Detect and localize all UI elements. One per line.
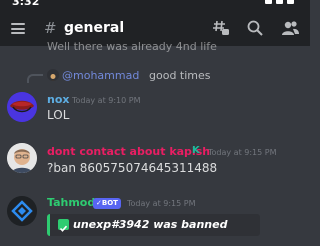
reply-mention[interactable]: @mohammad [62, 69, 139, 82]
embed-text: unexp#3942 was banned [73, 218, 228, 231]
dot-icon [276, 0, 283, 4]
signal-icon [265, 0, 272, 4]
status-bar: 3:32 [0, 0, 310, 10]
threads-icon[interactable] [212, 19, 230, 37]
chat-screen: 3:32 # general Well there was already 4n… [0, 0, 310, 246]
check-icon [58, 219, 69, 232]
username-nox[interactable]: nox [47, 93, 69, 106]
avatar[interactable] [7, 92, 37, 122]
reply-connector [27, 74, 43, 83]
channel-hash-icon: # [44, 19, 57, 37]
status-icons [265, 0, 294, 4]
username-dont-contact[interactable]: dont contact about kapish [47, 145, 210, 158]
ban-embed: unexp#3942 was banned [47, 214, 260, 236]
message-text: LOL [47, 108, 70, 122]
username-tahmod[interactable]: Tahmod [47, 196, 95, 209]
reply-avatar[interactable] [47, 69, 59, 81]
channel-name[interactable]: general [64, 20, 124, 36]
timestamp: Today at 9:10 PM [72, 96, 141, 105]
reply-text: good times [149, 69, 211, 82]
avatar[interactable] [7, 143, 37, 173]
members-icon[interactable] [281, 19, 299, 37]
timestamp: Today at 9:15 PM [208, 148, 277, 157]
search-icon[interactable] [246, 19, 264, 37]
hamburger-icon[interactable] [11, 23, 25, 34]
message-text: ?ban 860575074645311488 [47, 161, 218, 175]
previous-message-text: Well there was already 4nd life [47, 40, 217, 53]
avatar[interactable] [7, 196, 37, 226]
bot-tag: ✓BOT [93, 198, 121, 209]
status-time: 3:32 [12, 0, 40, 8]
role-badge: K [192, 145, 200, 156]
battery-icon [287, 0, 294, 4]
timestamp: Today at 9:15 PM [127, 199, 196, 208]
